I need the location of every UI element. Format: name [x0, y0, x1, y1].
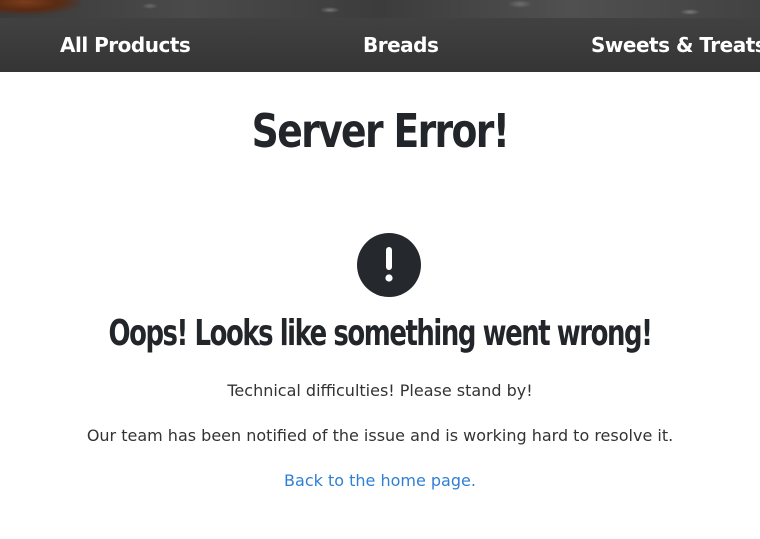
hero-image	[0, 0, 760, 18]
nav-link-all-products[interactable]: All Products	[60, 18, 191, 72]
error-message: Technical difficulties! Please stand by!	[227, 381, 533, 400]
page-title: Server Error!	[251, 104, 510, 158]
main-nav: All Products Breads Sweets & Treats	[0, 18, 760, 72]
error-details: Our team has been notified of the issue …	[86, 426, 674, 445]
error-heading: Oops! Looks like something went wrong!	[108, 313, 652, 354]
nav-link-breads[interactable]: Breads	[363, 18, 439, 72]
exclamation-circle-icon	[357, 233, 421, 297]
nav-link-sweets-treats[interactable]: Sweets & Treats	[591, 18, 760, 72]
back-home-link[interactable]: Back to the home page.	[0, 471, 760, 490]
